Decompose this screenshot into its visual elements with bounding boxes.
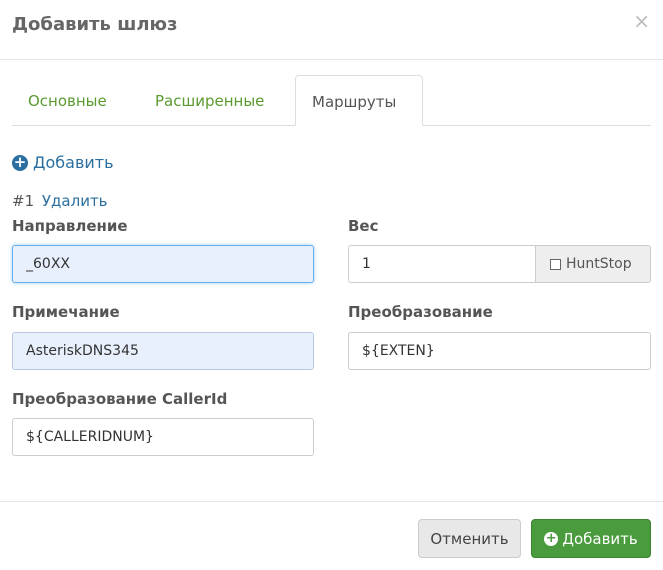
weight-label: Вес: [348, 217, 379, 235]
tab-advanced[interactable]: Расширенные: [139, 75, 280, 125]
close-icon[interactable]: ×: [633, 9, 650, 33]
cancel-button[interactable]: Отменить: [418, 519, 521, 558]
route-number: #1: [12, 192, 35, 210]
add-route-link[interactable]: + Добавить: [12, 153, 114, 172]
dialog-footer: Отменить + Добавить: [0, 501, 663, 570]
weight-input[interactable]: [348, 245, 536, 283]
direction-input[interactable]: [12, 245, 314, 283]
transform-label: Преобразование: [348, 303, 493, 321]
tab-routes[interactable]: Маршруты: [295, 75, 423, 126]
delete-route-link[interactable]: Удалить: [42, 192, 108, 210]
tab-general[interactable]: Основные: [12, 75, 123, 125]
callerid-transform-input[interactable]: [12, 418, 314, 456]
huntstop-addon: HuntStop: [536, 245, 651, 283]
route-header: #1 Удалить: [12, 192, 108, 210]
huntstop-label: HuntStop: [566, 256, 632, 272]
add-route-label: Добавить: [33, 153, 114, 172]
add-gateway-dialog: Добавить шлюз × Основные Расширенные Мар…: [0, 0, 663, 569]
dialog-header: Добавить шлюз ×: [0, 0, 663, 60]
tab-bar: Основные Расширенные Маршруты: [12, 75, 651, 126]
dialog-title: Добавить шлюз: [12, 14, 178, 35]
add-button[interactable]: + Добавить: [531, 519, 651, 558]
transform-input[interactable]: [348, 332, 651, 370]
callerid-transform-label: Преобразование CallerId: [12, 390, 228, 408]
direction-label: Направление: [12, 217, 128, 235]
plus-circle-icon: +: [544, 530, 559, 546]
note-input[interactable]: [12, 332, 314, 370]
plus-circle-icon: +: [12, 152, 28, 171]
note-label: Примечание: [12, 303, 120, 321]
huntstop-checkbox[interactable]: [550, 258, 561, 270]
add-button-label: Добавить: [562, 529, 638, 548]
